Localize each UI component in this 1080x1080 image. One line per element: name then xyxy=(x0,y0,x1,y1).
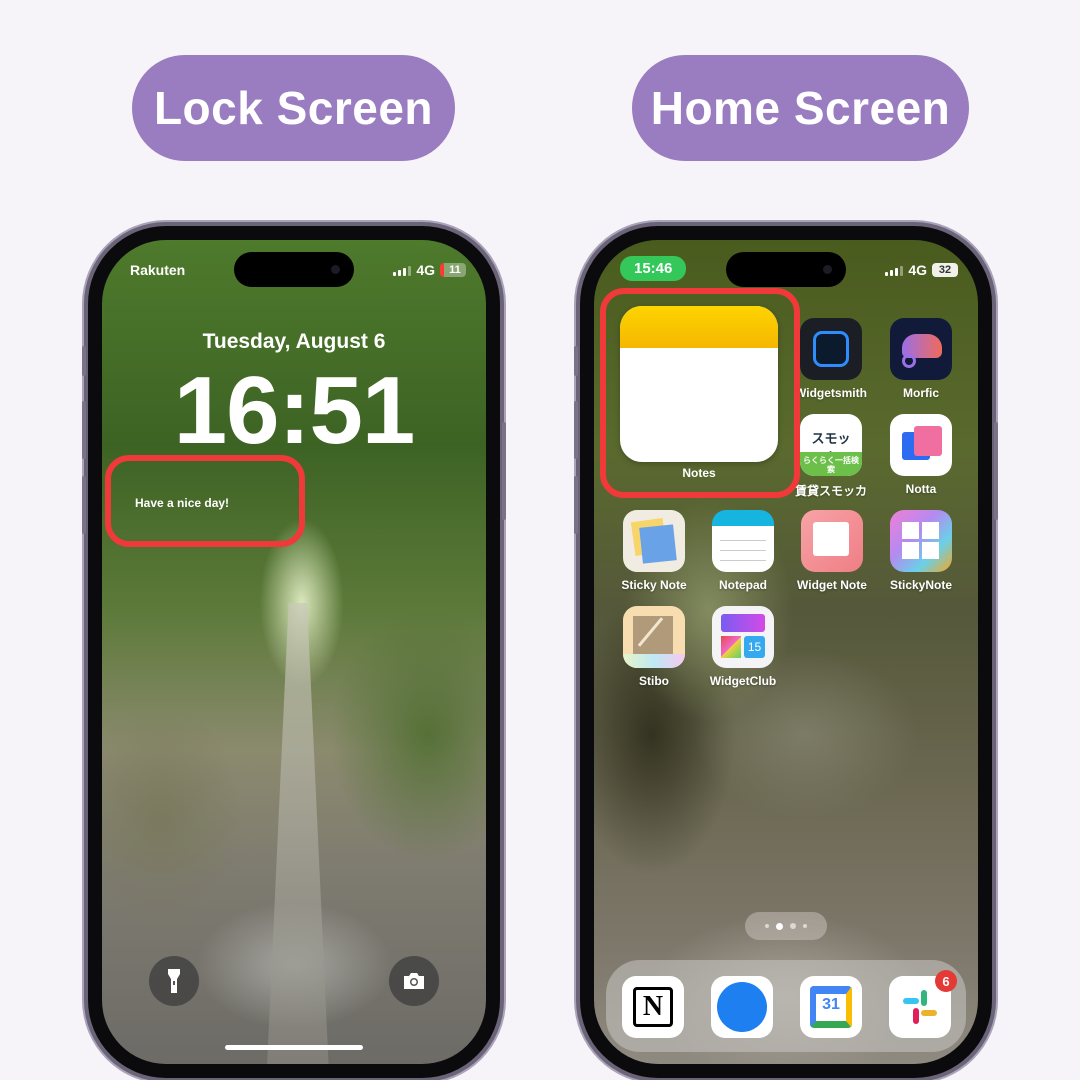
lock-time: 16:51 xyxy=(173,357,416,464)
flashlight-icon xyxy=(168,969,180,993)
app-widgetsmith[interactable]: Widgetsmith xyxy=(795,318,867,400)
app-stibo[interactable]: Stibo xyxy=(623,606,685,688)
sticky-note-icon xyxy=(623,510,685,572)
app-notepad[interactable]: Notepad xyxy=(712,510,774,592)
page-indicator[interactable] xyxy=(745,912,827,940)
home-screen-phone: 15:46 4G 32 Notes Widgetsmith Morfic スモッ… xyxy=(574,226,998,1078)
app-label: Stibo xyxy=(639,674,669,688)
app-widgetclub[interactable]: 15 WidgetClub xyxy=(710,606,776,688)
notes-widget-label: Notes xyxy=(682,466,716,480)
highlight-box xyxy=(105,455,305,547)
app-label: Notta xyxy=(905,482,937,496)
home-screen-title: Home Screen xyxy=(632,55,969,161)
battery-icon: 11 xyxy=(440,263,466,277)
app-sticky-note[interactable]: Sticky Note xyxy=(621,510,687,592)
status-time[interactable]: 15:46 xyxy=(620,256,687,281)
page-dot-current xyxy=(776,922,783,930)
app-label: Morfic xyxy=(903,386,939,400)
notification-badge: 6 xyxy=(935,970,957,992)
dock-app-google-calendar[interactable]: 31 xyxy=(800,976,862,1038)
notion-icon: N xyxy=(622,976,684,1038)
lock-screen-title: Lock Screen xyxy=(132,55,455,161)
network-label: 4G xyxy=(416,262,435,278)
volume-up-button xyxy=(82,401,86,459)
volume-down-button xyxy=(574,476,578,534)
signal-icon xyxy=(393,265,412,276)
status-bar-right: 4G 32 xyxy=(885,262,958,278)
camera-button[interactable] xyxy=(389,956,439,1006)
app-label: Sticky Note xyxy=(621,578,687,592)
dock: N 31 6 xyxy=(606,960,966,1052)
lock-screen-phone: Rakuten 4G 11 Tuesday, August 6 16:51 Ha… xyxy=(82,226,506,1078)
battery-icon: 32 xyxy=(932,263,958,277)
widget-note-icon xyxy=(801,510,863,572)
lock-date: Tuesday, August 6 xyxy=(202,330,386,353)
sumocca-icon: スモッカ らくらく一括検索 xyxy=(800,414,862,476)
notta-icon xyxy=(890,414,952,476)
action-button xyxy=(574,346,578,376)
volume-up-button xyxy=(574,401,578,459)
home-screen: 15:46 4G 32 Notes Widgetsmith Morfic スモッ… xyxy=(594,240,978,1064)
app-sumocca[interactable]: スモッカ らくらく一括検索 賃貸スモッカ xyxy=(795,414,867,499)
home-indicator[interactable] xyxy=(225,1045,363,1050)
page-dot xyxy=(803,924,807,928)
app-label: StickyNote xyxy=(889,578,953,592)
side-button xyxy=(994,422,998,520)
dock-app-safari[interactable] xyxy=(711,976,773,1038)
safari-compass-icon xyxy=(711,976,773,1038)
app-label: Notepad xyxy=(719,578,767,592)
dock-app-notion[interactable]: N xyxy=(622,976,684,1038)
page-dot xyxy=(790,923,796,929)
action-button xyxy=(82,346,86,376)
app-widget-note[interactable]: Widget Note xyxy=(797,510,867,592)
widgetclub-icon: 15 xyxy=(712,606,774,668)
app-stickynote[interactable]: StickyNote xyxy=(890,510,952,592)
carrier-label: Rakuten xyxy=(130,262,186,278)
dock-app-slack[interactable]: 6 xyxy=(889,970,957,1038)
lock-screen: Rakuten 4G 11 Tuesday, August 6 16:51 Ha… xyxy=(102,240,486,1064)
network-label: 4G xyxy=(908,262,927,278)
widgetsmith-icon xyxy=(800,318,862,380)
app-label: Widget Note xyxy=(797,578,867,592)
camera-icon xyxy=(404,973,424,989)
app-notta[interactable]: Notta xyxy=(890,414,952,496)
side-button xyxy=(502,422,506,520)
page-dot xyxy=(765,924,769,928)
volume-down-button xyxy=(82,476,86,534)
notepad-icon xyxy=(712,510,774,572)
app-label: WidgetClub xyxy=(709,674,777,688)
app-morfic[interactable]: Morfic xyxy=(890,318,952,400)
dynamic-island xyxy=(234,252,354,287)
flashlight-button[interactable] xyxy=(149,956,199,1006)
signal-icon xyxy=(885,265,904,276)
status-bar-right: 4G 11 xyxy=(393,262,466,278)
dynamic-island xyxy=(726,252,846,287)
chameleon-icon xyxy=(890,318,952,380)
stickynote-grid-icon xyxy=(890,510,952,572)
stibo-icon xyxy=(623,606,685,668)
google-calendar-icon: 31 xyxy=(800,976,862,1038)
